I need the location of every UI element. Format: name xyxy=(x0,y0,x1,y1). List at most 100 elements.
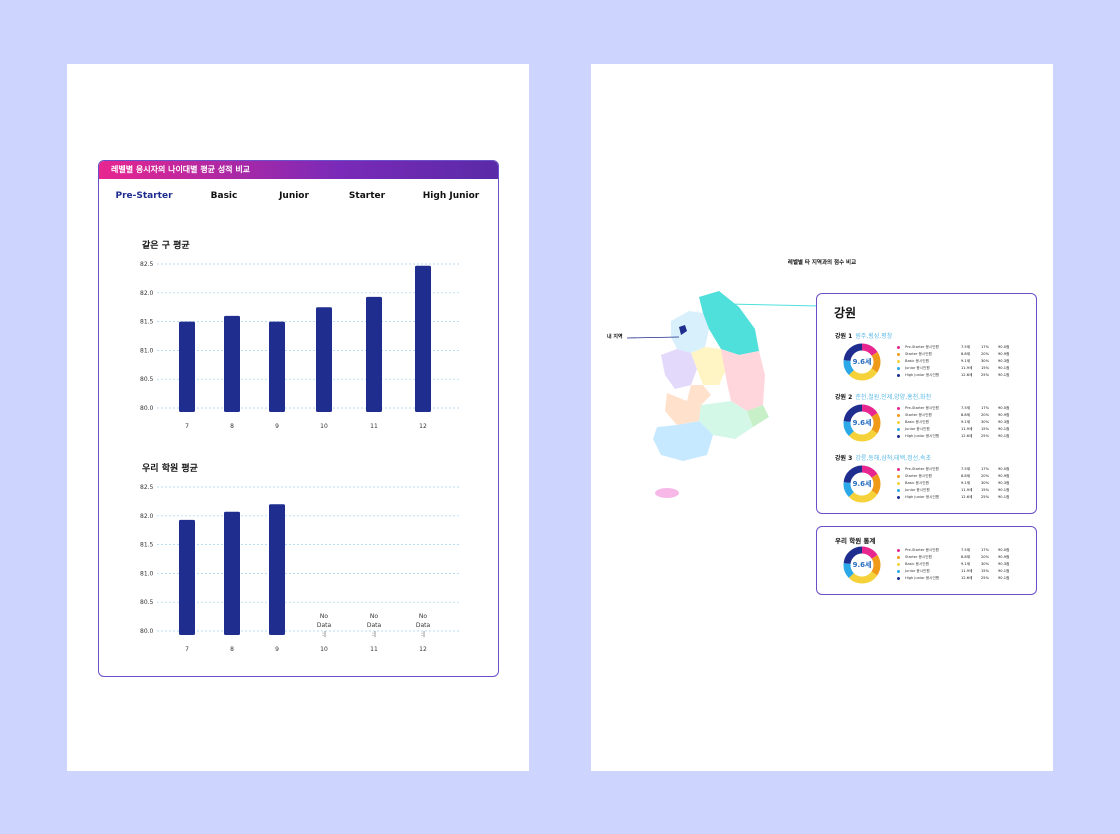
y-tick-label: 82.5 xyxy=(140,484,154,491)
legend-age: 11.9세 xyxy=(961,366,973,370)
y-tick-label: 80.5 xyxy=(140,376,154,383)
bar xyxy=(269,321,285,412)
legend-age: 7.5세 xyxy=(961,345,971,349)
tab-high-junior[interactable]: High Junior xyxy=(423,191,479,201)
legend-dot xyxy=(897,407,900,410)
legend-score: 90.0점 xyxy=(998,548,1010,552)
legend-name: Pre-Starter 응시인원 xyxy=(905,467,939,471)
academy-stats-box: 우리 학원 통계 9.6세 Pre-Starter 응시인원 7.5세 17% 90.… xyxy=(816,526,1037,595)
group-title: 강원 3 강릉,동해,삼척,태백,정선,속초 xyxy=(835,455,932,462)
legend-age: 7.5세 xyxy=(961,548,971,552)
tab-pre-starter[interactable]: Pre-Starter xyxy=(115,191,172,201)
legend-dot xyxy=(897,482,900,485)
region-comparison-title: 레벨별 타 지역과의 점수 비교 xyxy=(787,260,857,266)
legend-row: High Junior 응시인원 12.6세 25% 90.1점 xyxy=(897,372,1027,379)
academy-group: 9.6세 Pre-Starter 응시인원 7.5세 17% 90.0점 Starter… xyxy=(817,534,1036,594)
age-donut: 9.6세 xyxy=(843,404,881,442)
legend-name: Basic 응시인원 xyxy=(905,481,929,485)
legend-pct: 25% xyxy=(981,434,989,438)
legend-dot xyxy=(897,374,900,377)
legend-age: 9.1세 xyxy=(961,359,971,363)
legend-name: Junior 응시인원 xyxy=(905,366,930,370)
legend-pct: 15% xyxy=(981,488,989,492)
legend-age: 8.8세 xyxy=(961,352,971,356)
age-donut: 9.6세 xyxy=(843,465,881,503)
card-header: 레벨별 응시자의 나이대별 평균 성적 비교 xyxy=(99,161,498,179)
legend-name: Junior 응시인원 xyxy=(905,569,930,573)
legend-row: High Junior 응시인원 12.6세 25% 90.1점 xyxy=(897,433,1027,440)
legend-table: Pre-Starter 응시인원 7.5세 17% 90.0점 Starter 응시인원… xyxy=(897,466,1027,501)
legend-name: Starter 응시인원 xyxy=(905,474,932,478)
legend-age: 12.6세 xyxy=(961,576,973,580)
legend-row: Pre-Starter 응시인원 7.5세 17% 90.0점 xyxy=(897,405,1027,412)
x-tick-label: 8 xyxy=(230,423,234,430)
legend-name: Junior 응시인원 xyxy=(905,488,930,492)
tab-starter[interactable]: Starter xyxy=(349,191,385,201)
map-region-jeju xyxy=(655,488,679,498)
legend-dot xyxy=(897,421,900,424)
legend-score: 90.1점 xyxy=(998,495,1010,499)
legend-score: 90.1점 xyxy=(998,366,1010,370)
legend-dot xyxy=(897,577,900,580)
x-tick-label: 11 xyxy=(370,423,378,430)
map-region-incheon xyxy=(671,311,709,353)
x-tick-label: 10 xyxy=(320,646,328,653)
legend-pct: 15% xyxy=(981,569,989,573)
legend-age: 12.6세 xyxy=(961,495,973,499)
legend-age: 7.5세 xyxy=(961,406,971,410)
legend-score: 90.1점 xyxy=(998,373,1010,377)
level-tabs: Pre-Starter Basic Junior Starter High Ju… xyxy=(99,191,498,205)
legend-row: Starter 응시인원 8.8세 20% 90.9점 xyxy=(897,473,1027,480)
legend-score: 90.9점 xyxy=(998,555,1010,559)
legend-pct: 15% xyxy=(981,366,989,370)
legend-score: 90.1점 xyxy=(998,576,1010,580)
legend-score: 90.1점 xyxy=(998,488,1010,492)
y-tick-label: 82.5 xyxy=(140,261,154,268)
no-data-label: No xyxy=(419,613,427,620)
legend-dot xyxy=(897,556,900,559)
tab-basic[interactable]: Basic xyxy=(211,191,238,201)
legend-age: 12.6세 xyxy=(961,373,973,377)
legend-name: Pre-Starter 응시인원 xyxy=(905,548,939,552)
district-average-chart: 82.5 82.0 81.5 81.0 80.5 80.0 7 8 9 10 11 12 xyxy=(140,261,459,430)
legend-score: 90.1점 xyxy=(998,434,1010,438)
legend-name: Basic 응시인원 xyxy=(905,562,929,566)
region-group-3: 강원 3 강릉,동해,삼척,태백,정선,속초 9.6세 Pre-Starter 응… xyxy=(817,453,1036,513)
score-comparison-card: 레벨별 응시자의 나이대별 평균 성적 비교 Pre-Starter Basic… xyxy=(98,160,499,677)
y-tick-label: 80.0 xyxy=(140,405,154,412)
legend-pct: 30% xyxy=(981,359,989,363)
legend-dot xyxy=(897,367,900,370)
legend-dot xyxy=(897,414,900,417)
legend-age: 7.5세 xyxy=(961,467,971,471)
legend-age: 9.1세 xyxy=(961,481,971,485)
legend-name: Starter 응시인원 xyxy=(905,352,932,356)
legend-row: Junior 응시인원 11.9세 15% 90.1점 xyxy=(897,487,1027,494)
legend-row: Starter 응시인원 8.8세 20% 90.9점 xyxy=(897,412,1027,419)
legend-age: 11.9세 xyxy=(961,427,973,431)
legend-age: 12.6세 xyxy=(961,434,973,438)
legend-pct: 17% xyxy=(981,548,989,552)
y-tick-label: 81.5 xyxy=(140,319,154,326)
legend-row: Junior 응시인원 11.9세 15% 90.1점 xyxy=(897,365,1027,372)
legend-name: High Junior 응시인원 xyxy=(905,373,940,377)
legend-score: 90.0점 xyxy=(998,345,1010,349)
legend-pct: 25% xyxy=(981,495,989,499)
legend-score: 90.9점 xyxy=(998,474,1010,478)
no-data-label: :| xyxy=(322,631,326,638)
legend-score: 90.0점 xyxy=(998,406,1010,410)
legend-pct: 25% xyxy=(981,576,989,580)
y-tick-label: 82.0 xyxy=(140,290,154,297)
legend-pct: 20% xyxy=(981,555,989,559)
my-region-pointer xyxy=(627,336,680,339)
x-tick-label: 9 xyxy=(275,423,279,430)
bar xyxy=(179,519,195,635)
y-tick-label: 80.0 xyxy=(140,628,154,635)
y-tick-label: 80.5 xyxy=(140,599,154,606)
tab-junior[interactable]: Junior xyxy=(279,191,309,201)
legend-pct: 25% xyxy=(981,373,989,377)
x-tick-label: 12 xyxy=(419,423,427,430)
legend-age: 8.8세 xyxy=(961,413,971,417)
legend-name: Junior 응시인원 xyxy=(905,427,930,431)
legend-row: Basic 응시인원 9.1세 30% 90.3점 xyxy=(897,358,1027,365)
x-tick-label: 7 xyxy=(185,423,189,430)
